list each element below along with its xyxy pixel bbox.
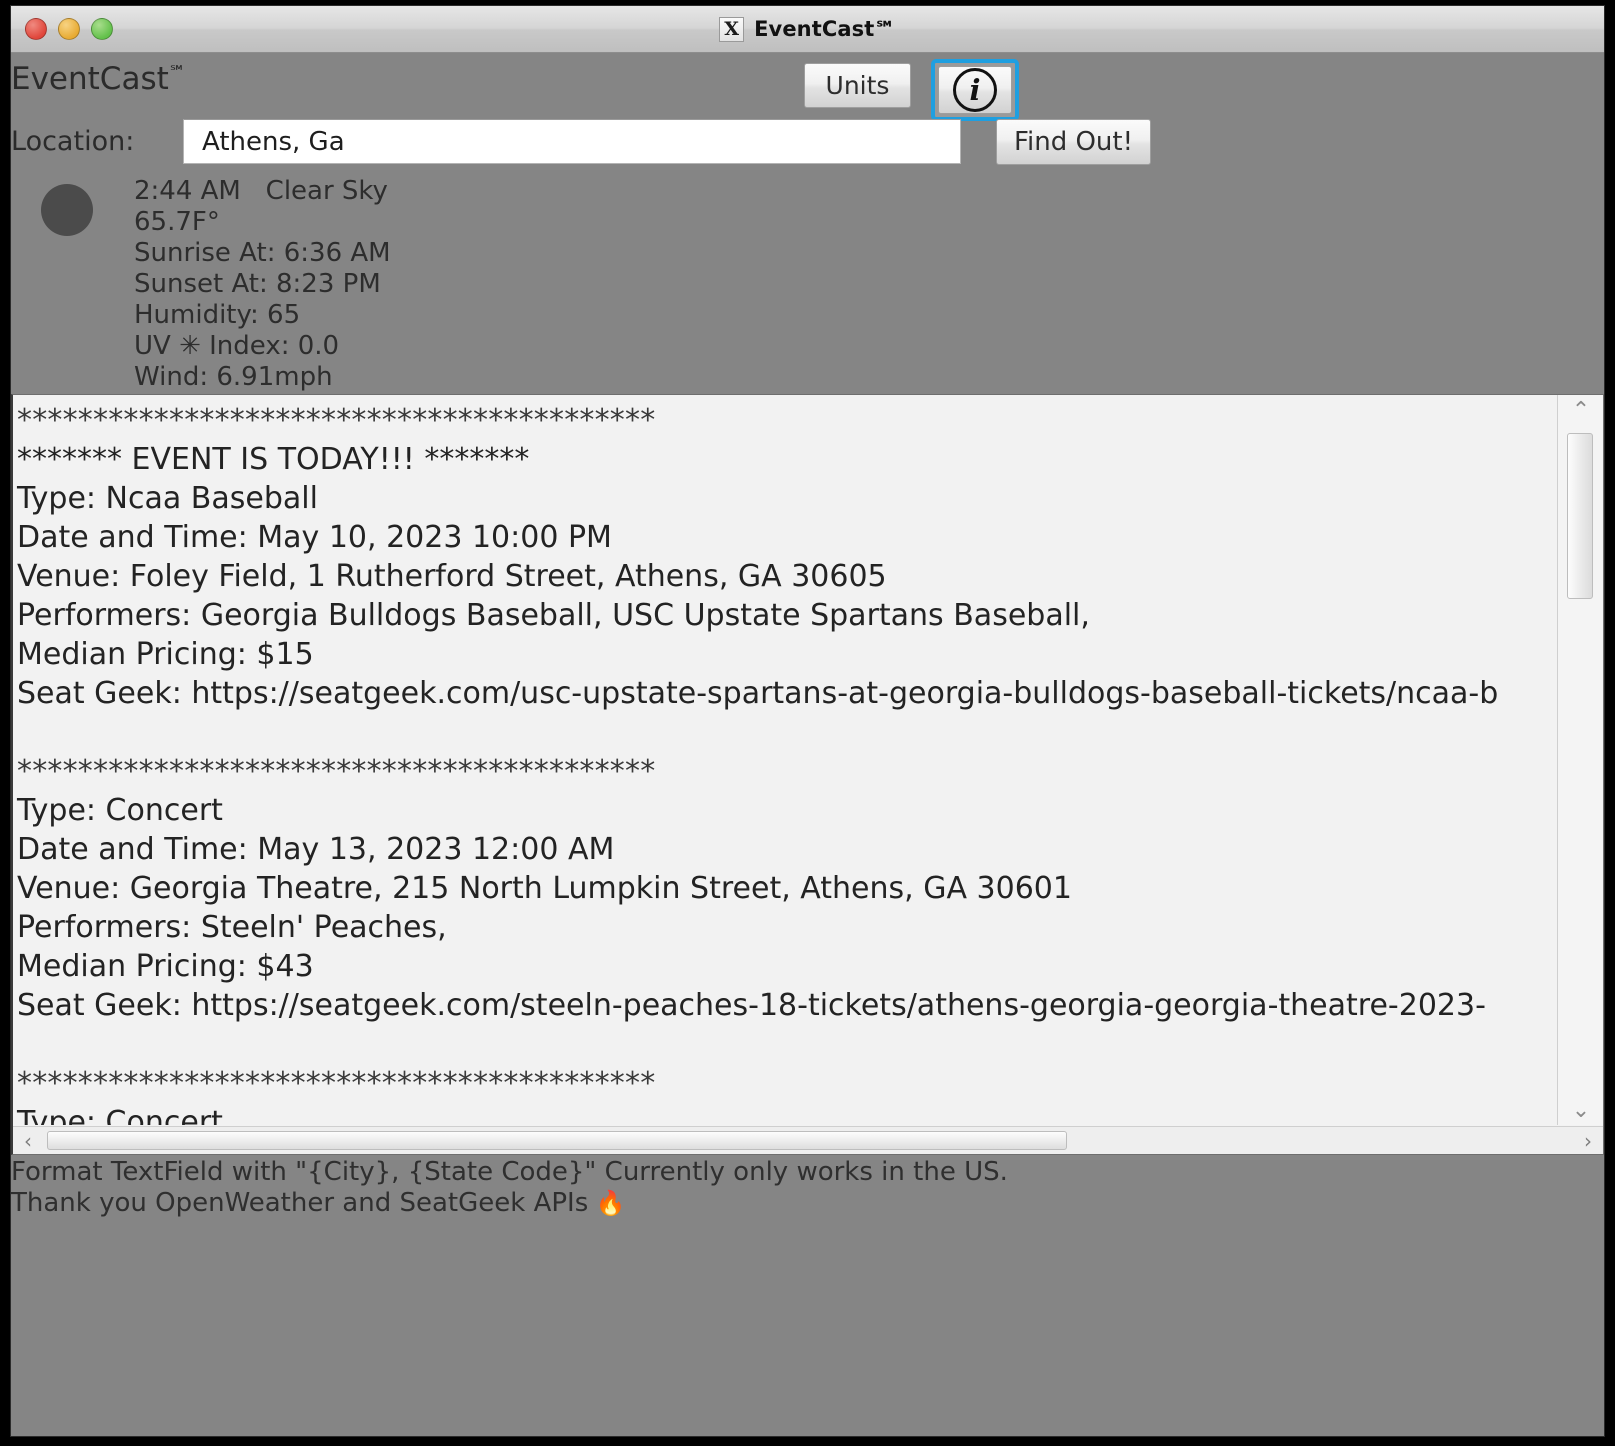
event-line [17, 713, 1556, 752]
footer-credits-text: Thank you OpenWeather and SeatGeek APIs [11, 1188, 589, 1218]
x11-app-icon: X [719, 16, 745, 42]
vertical-scrollbar[interactable]: ⌃ ⌄ [1557, 395, 1603, 1125]
events-scrollpane: ****************************************… [11, 394, 1604, 1155]
scroll-down-icon[interactable]: ⌄ [1558, 1095, 1603, 1125]
event-line: Type: Concert [17, 793, 223, 828]
scroll-left-icon[interactable]: ‹ [13, 1127, 43, 1155]
location-input[interactable] [183, 119, 961, 164]
window-title-group: X EventCast℠ [719, 16, 896, 42]
weather-sunrise: Sunrise At: 6:36 AM [134, 238, 391, 268]
event-line: Date and Time: May 13, 2023 12:00 AM [17, 832, 615, 867]
event-line: Median Pricing: $43 [17, 949, 314, 984]
weather-time-condition: 2:44 AM Clear Sky [134, 176, 388, 206]
events-textarea[interactable]: ****************************************… [13, 395, 1556, 1125]
event-line: Seat Geek: https://seatgeek.com/steeln-p… [17, 988, 1486, 1023]
event-line: Date and Time: May 10, 2023 10:00 PM [17, 520, 612, 555]
application-window: X EventCast℠ EventCast℠ Units i Location… [10, 5, 1605, 1437]
app-title-servicemark: ℠ [168, 62, 187, 83]
event-line: Performers: Steeln' Peaches, [17, 910, 447, 945]
vertical-scroll-track[interactable] [1558, 425, 1603, 1095]
fire-icon: 🔥 [588, 1189, 626, 1217]
location-label: Location: [11, 126, 135, 157]
event-line: ****************************************… [17, 403, 656, 438]
footer-credits: Thank you OpenWeather and SeatGeek APIs … [11, 1188, 1604, 1219]
app-title: EventCast℠ [11, 61, 187, 97]
zoom-button[interactable] [91, 18, 113, 40]
horizontal-scroll-thumb[interactable] [47, 1130, 1067, 1150]
app-content: EventCast℠ Units i Location: Find Out! 2… [11, 53, 1604, 1436]
minimize-button[interactable] [58, 18, 80, 40]
event-line: ****************************************… [17, 754, 656, 789]
weather-humidity: Humidity: 65 [134, 300, 301, 330]
scroll-up-icon[interactable]: ⌃ [1558, 395, 1603, 425]
event-line: Median Pricing: $15 [17, 637, 314, 672]
info-button-focus-ring: i [931, 59, 1019, 121]
window-controls [25, 6, 113, 52]
app-header: EventCast℠ Units i [11, 53, 1604, 121]
weather-wind: Wind: 6.91mph [134, 362, 333, 392]
find-out-button[interactable]: Find Out! [996, 119, 1151, 165]
app-title-text: EventCast [11, 61, 169, 97]
empty-area [11, 1233, 1604, 1436]
desktop-background: X EventCast℠ EventCast℠ Units i Location… [0, 0, 1615, 1446]
event-line [17, 1025, 1556, 1064]
footer-format-hint: Format TextField with "{City}, {State Co… [11, 1157, 1008, 1187]
info-icon: i [953, 68, 997, 112]
event-line: Performers: Georgia Bulldogs Baseball, U… [17, 598, 1090, 633]
footer-notes: Format TextField with "{City}, {State Co… [11, 1157, 1604, 1219]
event-line: Type: Concert [17, 1105, 223, 1125]
event-line: ******* EVENT IS TODAY!!! ******* [17, 442, 530, 477]
horizontal-scroll-track[interactable] [43, 1127, 1573, 1155]
event-line: Seat Geek: https://seatgeek.com/usc-upst… [17, 676, 1499, 711]
horizontal-scrollbar[interactable]: ‹ › [13, 1126, 1603, 1154]
location-row: Location: Find Out! [11, 119, 1604, 176]
clear-night-icon [41, 184, 93, 236]
close-button[interactable] [25, 18, 47, 40]
window-titlebar: X EventCast℠ [11, 6, 1604, 53]
event-line: Venue: Georgia Theatre, 215 North Lumpki… [17, 871, 1072, 906]
weather-panel: 2:44 AM Clear Sky 65.7F° Sunrise At: 6:3… [11, 176, 1604, 394]
scroll-right-icon[interactable]: › [1573, 1127, 1603, 1155]
event-line: ****************************************… [17, 1066, 656, 1101]
weather-sunset: Sunset At: 8:23 PM [134, 269, 381, 299]
event-line: Type: Ncaa Baseball [17, 481, 318, 516]
window-title: EventCast℠ [754, 17, 896, 41]
units-button[interactable]: Units [804, 63, 911, 108]
info-button[interactable]: i [938, 66, 1012, 114]
vertical-scroll-thumb[interactable] [1567, 433, 1593, 599]
weather-details: 2:44 AM Clear Sky 65.7F° Sunrise At: 6:3… [134, 176, 391, 393]
event-line: Venue: Foley Field, 1 Rutherford Street,… [17, 559, 887, 594]
weather-temperature: 65.7F° [134, 207, 220, 237]
weather-uv-index: UV ✳ Index: 0.0 [134, 331, 340, 361]
